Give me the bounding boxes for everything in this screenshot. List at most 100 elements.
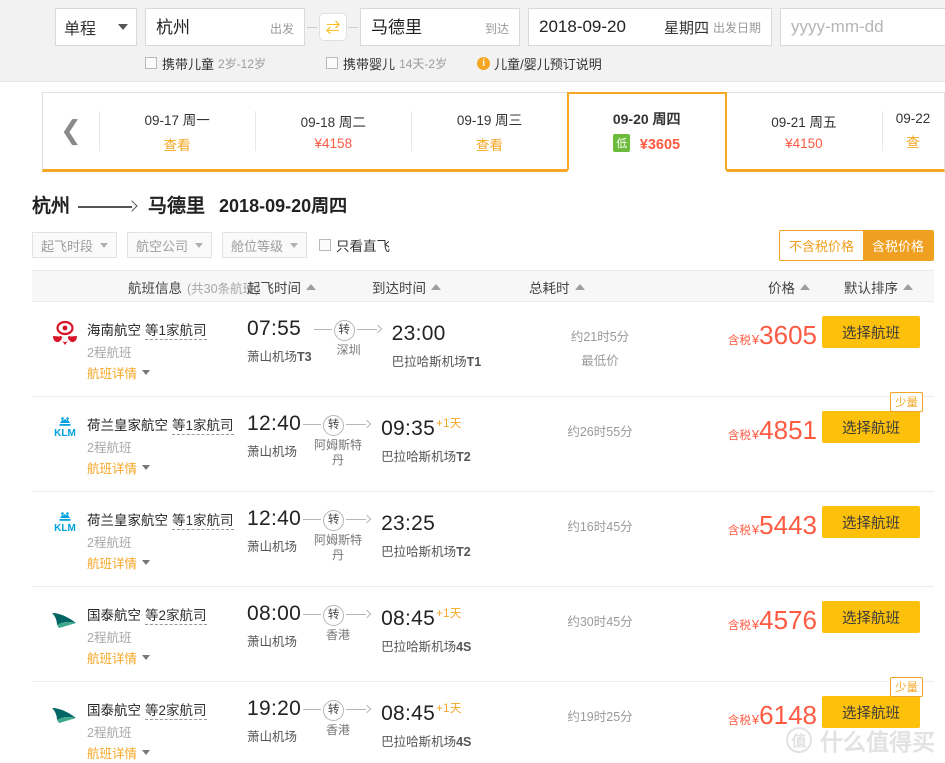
departure-city-input[interactable]: 杭州 出发	[145, 8, 305, 46]
depart-date-label: 出发日期	[712, 20, 761, 35]
depart-block: 12:40 萧山机场	[247, 411, 301, 460]
arrive-block: 23:25 巴拉哈斯机场T2	[381, 506, 471, 560]
column-depart-time[interactable]: 起飞时间	[247, 271, 316, 303]
tax-included-label: 含税	[727, 430, 751, 442]
filter-cabin-class[interactable]: 舱位等级	[222, 232, 308, 258]
departure-city-label: 出发	[269, 22, 294, 36]
duration-note: 最低价	[581, 354, 619, 368]
swap-cities-button[interactable]	[318, 13, 347, 41]
date-tab-label: 09-22	[895, 111, 931, 126]
arrive-plus-day: +1天	[436, 703, 462, 715]
flight-detail-toggle[interactable]: 航班详情	[87, 648, 207, 667]
arrive-airport-name: 巴拉哈斯机场	[381, 735, 457, 749]
price-block: 含税 ¥ 6148	[728, 701, 817, 729]
transfer-line: 转	[301, 603, 375, 626]
direct-only-checkbox[interactable]	[319, 239, 332, 251]
extra-carriers: 等1家航司	[172, 509, 234, 530]
date-tab-view: 查	[906, 135, 920, 150]
flight-detail-toggle[interactable]: 航班详情	[87, 363, 207, 382]
booking-note-link[interactable]: i 儿童/婴儿预订说明	[477, 54, 602, 73]
arrive-block: 08:45+1天 巴拉哈斯机场4S	[381, 601, 471, 655]
arrive-plus-day: +1天	[436, 608, 462, 620]
transfer-icon: 转	[323, 510, 345, 531]
transfer-city: 阿姆斯特丹	[314, 438, 363, 467]
date-tab-1[interactable]: 09-18 周二 ¥4158	[255, 93, 411, 169]
sort-ascending-icon	[574, 284, 585, 290]
depart-block: 08:00 萧山机场	[247, 601, 301, 650]
date-tab-price: ¥4158	[314, 136, 353, 151]
departure-city-value: 杭州	[156, 18, 190, 37]
arrive-time-row: 23:25	[381, 506, 471, 537]
transfer-icon: 转	[333, 320, 355, 341]
infant-checkbox-group[interactable]: 携带婴儿 14天-2岁	[326, 54, 447, 73]
column-flight-info-label: 航班信息	[128, 281, 182, 296]
filter-direct-only[interactable]: 只看直飞	[319, 235, 390, 255]
duration-value: 约26时55分	[567, 425, 633, 439]
transfer-line: 转	[301, 413, 375, 436]
filter-cabin-class-label: 舱位等级	[231, 238, 284, 254]
date-tabs-strip: ❮ 09-17 周一 查看 09-18 周二 ¥4158 09-19 周三 查看…	[42, 92, 945, 172]
depart-airport-name: 萧山机场	[247, 635, 298, 649]
klm-logo: KLM	[50, 509, 80, 539]
infant-checkbox[interactable]	[326, 57, 339, 69]
arrive-time: 09:35	[381, 417, 436, 440]
duration-block: 约30时45分	[545, 611, 655, 635]
tax-included-label: 含税	[727, 620, 751, 632]
column-duration[interactable]: 总耗时	[529, 271, 585, 303]
flight-table-header: 航班信息 (共30条航班) 起飞时间 到达时间 总耗时 价格 默认排序	[32, 270, 934, 302]
select-flight-button[interactable]: 选择航班	[822, 601, 920, 633]
chevron-down-icon	[290, 242, 299, 248]
search-bar: 单程 杭州 出发 马德里 到达 2018-09-20 星期四 出发日期 yyyy…	[0, 0, 945, 82]
airline-text: 荷兰皇家航空 等1家航司 2程航班 航班详情	[87, 414, 234, 477]
select-flight-button[interactable]: 选择航班	[822, 411, 920, 443]
return-date-input[interactable]: yyyy-mm-dd	[780, 8, 945, 46]
sort-ascending-icon	[903, 284, 913, 290]
extra-carriers: 等2家航司	[145, 604, 207, 625]
infant-checkbox-label: 携带婴儿	[343, 56, 396, 72]
stop-block: 转 阿姆斯特丹	[301, 411, 375, 468]
price-incl-tax-button[interactable]: 含税价格	[862, 231, 933, 260]
select-flight-button[interactable]: 选择航班	[822, 696, 920, 728]
depart-date-input[interactable]: 2018-09-20 星期四 出发日期	[528, 8, 772, 46]
child-checkbox[interactable]	[145, 57, 157, 69]
price-value: 4576	[759, 605, 817, 635]
column-default-sort[interactable]: 默认排序	[844, 271, 913, 303]
transfer-icon: 转	[323, 605, 345, 626]
date-tab-3-selected[interactable]: 09-20 周四 低 ¥3605	[566, 92, 727, 172]
column-price[interactable]: 价格	[768, 271, 810, 303]
hainan-airlines-logo	[50, 319, 80, 349]
flight-detail-toggle[interactable]: 航班详情	[87, 743, 207, 762]
filter-time-range[interactable]: 起飞时段	[32, 232, 118, 258]
flight-detail-label: 航班详情	[87, 462, 138, 476]
flight-detail-toggle[interactable]: 航班详情	[87, 458, 234, 477]
select-flight-button[interactable]: 选择航班	[822, 316, 920, 348]
flight-detail-toggle[interactable]: 航班详情	[87, 553, 234, 572]
arrive-terminal: 4S	[456, 640, 472, 654]
column-arrive-time[interactable]: 到达时间	[372, 271, 441, 303]
price-block: 含税 ¥ 4576	[728, 606, 817, 634]
price-excl-tax-button[interactable]: 不含税价格	[779, 231, 863, 260]
swap-horizontal-icon	[325, 20, 340, 34]
arrive-airport: 巴拉哈斯机场4S	[381, 636, 471, 655]
date-tab-5[interactable]: 09-22 查	[882, 93, 944, 169]
depart-airport-name: 萧山机场	[247, 730, 298, 744]
depart-airport: 萧山机场	[247, 536, 301, 555]
trip-type-select[interactable]: 单程	[55, 8, 137, 46]
return-date-placeholder: yyyy-mm-dd	[791, 17, 884, 36]
airline-name: 国泰航空	[87, 703, 141, 718]
chevron-down-icon	[195, 242, 204, 248]
chevron-down-icon	[142, 560, 151, 565]
arrival-city-input[interactable]: 马德里 到达	[360, 8, 520, 46]
select-flight-button[interactable]: 选择航班	[822, 506, 920, 538]
extra-carriers: 等1家航司	[145, 319, 207, 340]
date-tab-2[interactable]: 09-19 周三 查看	[411, 93, 567, 169]
child-checkbox-group[interactable]: 携带儿童 2岁-12岁	[145, 54, 266, 73]
date-tabs-prev-button[interactable]: ❮	[43, 93, 99, 169]
arrive-time: 23:25	[381, 512, 436, 535]
transfer-icon: 转	[323, 700, 345, 721]
date-tab-4[interactable]: 09-21 周五 ¥4150	[726, 93, 882, 169]
arrive-airport: 巴拉哈斯机场T1	[392, 351, 482, 370]
filter-airline[interactable]: 航空公司	[127, 232, 213, 258]
date-tab-0[interactable]: 09-17 周一 查看	[99, 93, 255, 169]
transfer-line: 转	[301, 508, 375, 531]
